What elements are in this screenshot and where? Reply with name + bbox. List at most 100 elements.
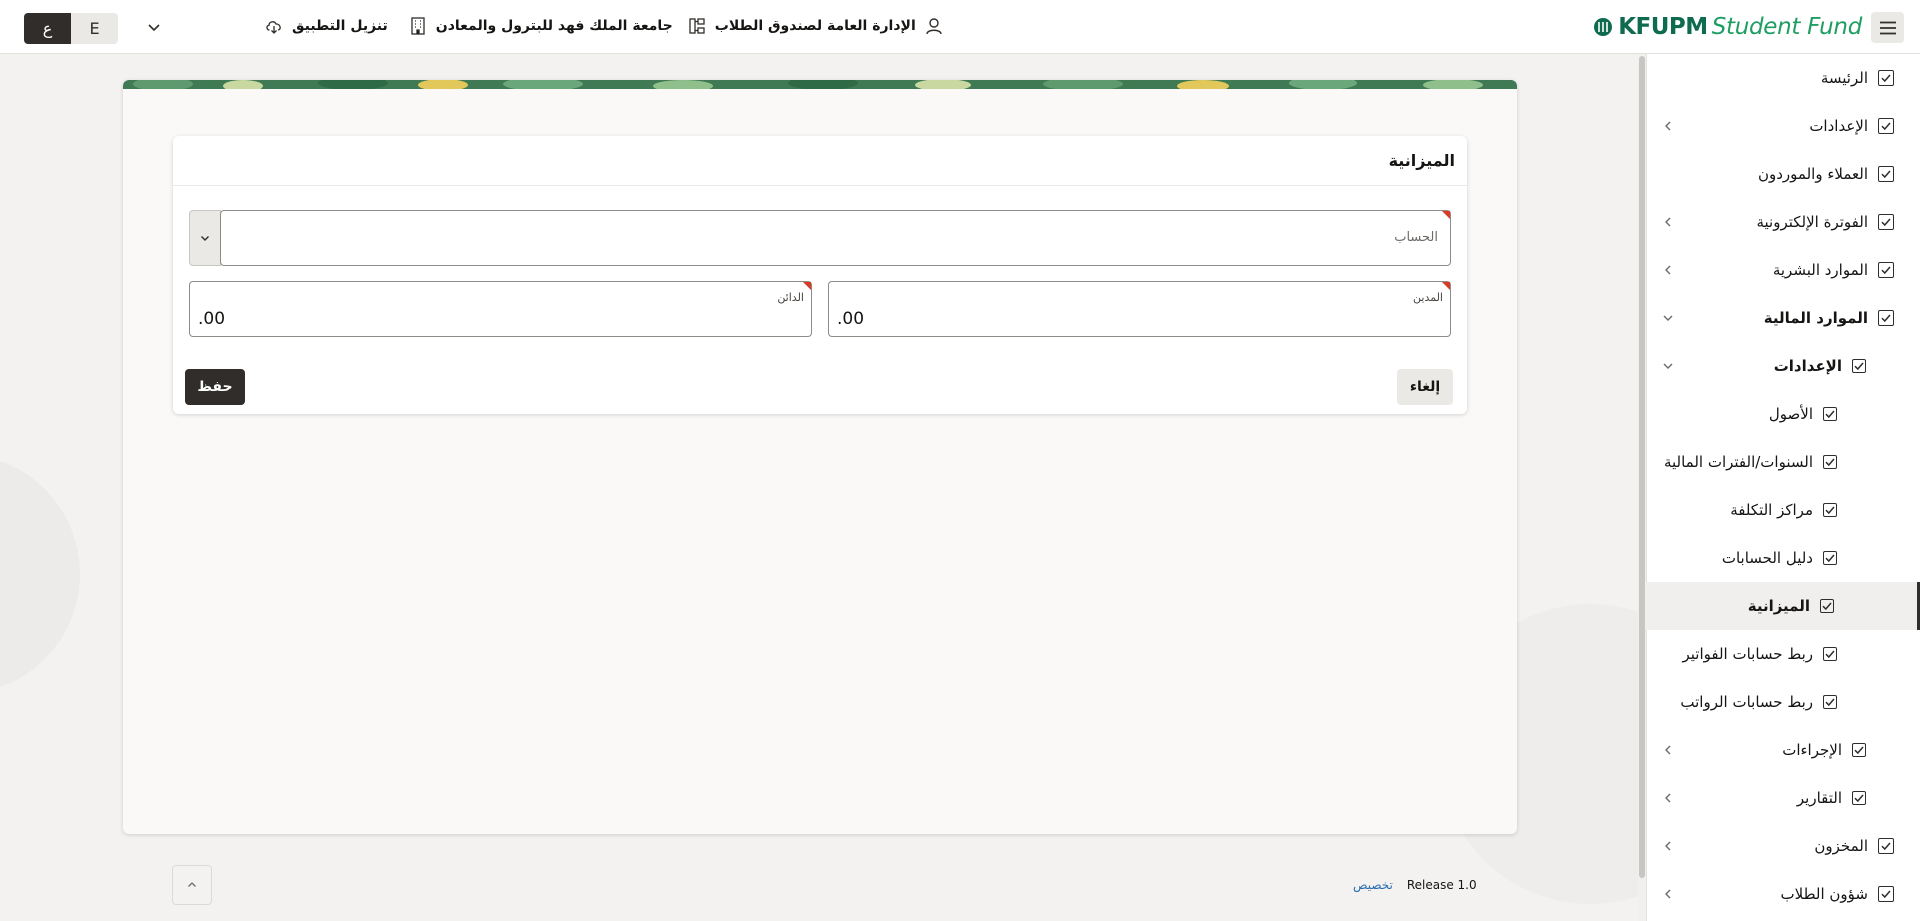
sidebar-item-label: الموارد المالية: [1763, 309, 1868, 327]
checkbox-icon: [1823, 647, 1837, 661]
header-links: الإدارة العامة لصندوق الطلاب جامعة الملك…: [258, 16, 944, 36]
checkbox-icon: [1823, 455, 1837, 469]
chevron-down-icon[interactable]: [146, 19, 162, 35]
brand-kfupm: KFUPM: [1618, 14, 1708, 40]
release-label: Release 1.0: [1406, 878, 1477, 892]
cloud-download-icon: [266, 21, 281, 34]
cancel-button[interactable]: إلغاء: [1397, 369, 1453, 405]
sidebar-item[interactable]: ربط حسابات الفواتير: [1646, 630, 1920, 678]
scroll-to-top-button[interactable]: [172, 865, 212, 905]
university-label: جامعة الملك فهد للبترول والمعادن: [435, 18, 673, 34]
sidebar-item-label: الإعدادات: [1809, 117, 1868, 135]
sidebar-item[interactable]: دليل الحسابات: [1646, 534, 1920, 582]
arabic-language-button[interactable]: ع: [24, 13, 71, 44]
sidebar-item[interactable]: مراكز التكلفة: [1646, 486, 1920, 534]
footer: Release 1.0 تخصيص: [1353, 878, 1477, 892]
sidebar-item-label: العملاء والموردون: [1757, 165, 1868, 183]
debit-field[interactable]: المدين .00: [828, 281, 1451, 337]
customize-link[interactable]: تخصيص: [1353, 878, 1393, 892]
brand-logo[interactable]: KFUPM Student Fund: [1592, 14, 1862, 40]
sidebar-item[interactable]: العملاء والموردون: [1646, 150, 1920, 198]
sidebar-item[interactable]: السنوات/الفترات المالية: [1646, 438, 1920, 486]
checkbox-icon: [1852, 359, 1866, 373]
chevron-left-icon[interactable]: [1660, 742, 1676, 758]
hamburger-menu-button[interactable]: [1871, 12, 1904, 43]
required-indicator: [803, 282, 811, 290]
sidebar-scrollbar[interactable]: [1638, 54, 1646, 921]
checkbox-icon: [1878, 118, 1894, 134]
title-divider: [173, 185, 1467, 186]
checkbox-icon: [1878, 214, 1894, 230]
debit-label: المدين: [1413, 291, 1443, 304]
sidebar-scrollbar-thumb[interactable]: [1639, 56, 1645, 878]
sidebar-item-label: ربط حسابات الرواتب: [1680, 693, 1813, 711]
sidebar-item[interactable]: الإعدادات: [1646, 102, 1920, 150]
sidebar-item[interactable]: الأصول: [1646, 390, 1920, 438]
sidebar-item-label: الرئيسة: [1820, 69, 1868, 87]
kfupm-logo-icon: [1594, 18, 1613, 36]
credit-value: .00: [198, 309, 226, 329]
department-label: الإدارة العامة لصندوق الطلاب: [714, 18, 916, 34]
sidebar-item[interactable]: الإعدادات: [1646, 342, 1920, 390]
chevron-down-icon: [201, 236, 209, 241]
decorative-banner: [123, 80, 1517, 89]
debit-value: .00: [837, 309, 865, 329]
checkbox-icon: [1823, 407, 1837, 421]
sidebar-item[interactable]: الرئيسة: [1646, 54, 1920, 102]
chevron-left-icon[interactable]: [1660, 886, 1676, 902]
language-switcher: ع E: [24, 13, 118, 44]
sidebar-nav: الرئيسة الإعدادات العملاء والموردون الفوترة…: [1646, 54, 1920, 921]
page-title: الميزانية: [1388, 151, 1455, 170]
checkbox-icon: [1852, 791, 1866, 805]
user-icon: [926, 18, 942, 35]
chevron-down-icon[interactable]: [1660, 358, 1676, 374]
sidebar-item[interactable]: ربط حسابات الرواتب: [1646, 678, 1920, 726]
sidebar-item-label: المخزون: [1814, 837, 1868, 855]
sidebar-item[interactable]: التقارير: [1646, 774, 1920, 822]
sidebar-item-label: الأصول: [1768, 405, 1813, 423]
university-link[interactable]: جامعة الملك فهد للبترول والمعادن: [408, 16, 673, 36]
sidebar-item[interactable]: شؤون الطلاب: [1646, 870, 1920, 918]
english-language-button[interactable]: E: [71, 13, 118, 44]
download-app-link[interactable]: تنزيل التطبيق: [264, 16, 388, 36]
account-field[interactable]: الحساب: [220, 210, 1451, 266]
save-button[interactable]: حفظ: [185, 369, 245, 405]
sidebar-item-label: شؤون الطلاب: [1780, 885, 1868, 903]
chevron-down-icon[interactable]: [1660, 310, 1676, 326]
chevron-left-icon[interactable]: [1660, 838, 1676, 854]
hamburger-menu-icon: [1879, 21, 1896, 34]
checkbox-icon: [1878, 166, 1894, 182]
sidebar-item-label: دليل الحسابات: [1721, 549, 1813, 567]
department-link[interactable]: الإدارة العامة لصندوق الطلاب: [687, 16, 944, 36]
content-region: الميزانية الحساب المدين .00 الدائن .00 إ…: [123, 80, 1517, 834]
chevron-left-icon[interactable]: [1660, 790, 1676, 806]
required-indicator: [1442, 211, 1450, 219]
sidebar-item[interactable]: الإجراءات: [1646, 726, 1920, 774]
download-app-label: تنزيل التطبيق: [292, 18, 388, 34]
sidebar-item[interactable]: الفوترة الإلكترونية: [1646, 198, 1920, 246]
checkbox-icon: [1878, 310, 1894, 326]
brand-student-fund: Student Fund: [1711, 14, 1863, 40]
chevron-left-icon[interactable]: [1660, 118, 1676, 134]
building-icon: [411, 17, 425, 35]
sidebar-item[interactable]: المخزون: [1646, 822, 1920, 870]
sidebar-item[interactable]: الموارد المالية: [1646, 294, 1920, 342]
checkbox-icon: [1823, 503, 1837, 517]
credit-field[interactable]: الدائن .00: [189, 281, 812, 337]
sidebar-item-label: التقارير: [1796, 789, 1842, 807]
chevron-up-icon: [188, 882, 196, 887]
checkbox-icon: [1852, 743, 1866, 757]
checkbox-icon: [1823, 551, 1837, 565]
sidebar-item-label: الميزانية: [1747, 597, 1810, 615]
sidebar-item-label: الإعدادات: [1773, 357, 1842, 375]
sidebar-item[interactable]: الميزانية: [1646, 582, 1920, 630]
chevron-left-icon[interactable]: [1660, 214, 1676, 230]
checkbox-icon: [1820, 599, 1834, 613]
sidebar-item-label: مراكز التكلفة: [1730, 501, 1813, 519]
checkbox-icon: [1878, 886, 1894, 902]
org-chart-icon: [689, 18, 705, 34]
credit-label: الدائن: [777, 291, 804, 304]
chevron-left-icon[interactable]: [1660, 262, 1676, 278]
sidebar-item[interactable]: الموارد البشرية: [1646, 246, 1920, 294]
account-dropdown-button[interactable]: [189, 210, 221, 266]
